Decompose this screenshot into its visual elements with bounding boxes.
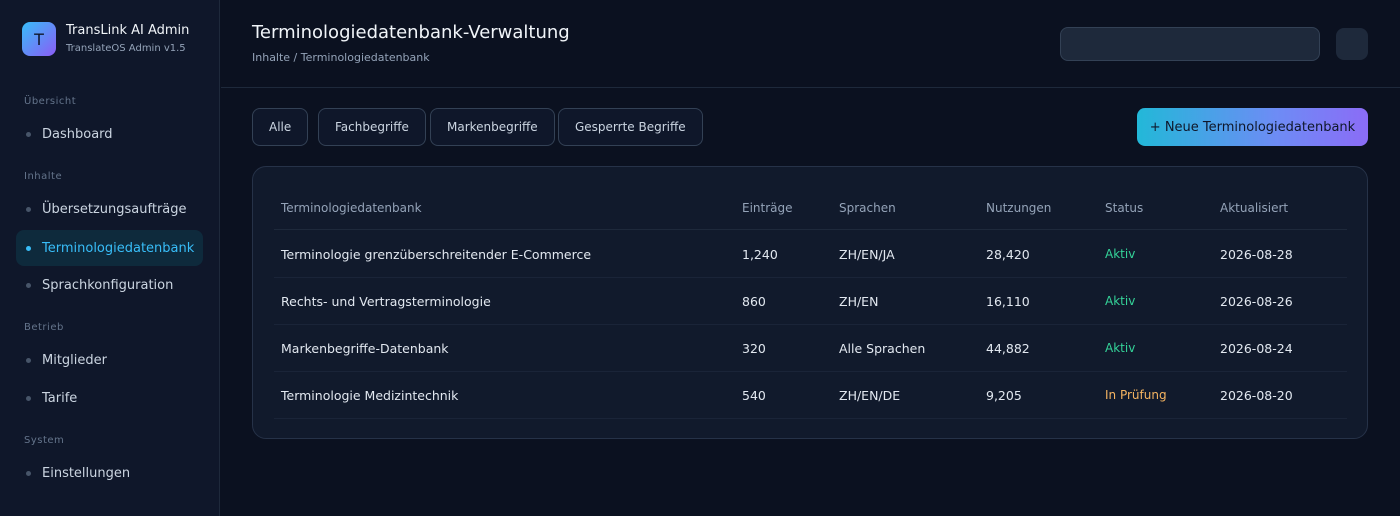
column-header-entries[interactable]: Einträge xyxy=(742,201,793,215)
status-badge: Aktiv xyxy=(1105,247,1136,261)
search-input[interactable] xyxy=(1060,27,1320,61)
sidebar-item-label: Übersetzungsaufträge xyxy=(42,201,187,217)
sidebar-section-overview: Übersicht xyxy=(24,96,77,107)
column-header-usage[interactable]: Nutzungen xyxy=(986,201,1051,215)
cell-name: Markenbegriffe-Datenbank xyxy=(281,341,449,356)
cell-name: Terminologie Medizintechnik xyxy=(281,388,459,403)
cell-updated: 2026-08-28 xyxy=(1220,247,1293,262)
table-row[interactable]: Terminologie Medizintechnik 540 ZH/EN/DE… xyxy=(274,372,1347,419)
cell-name: Terminologie grenzüberschreitender E-Com… xyxy=(281,247,592,262)
column-header-languages[interactable]: Sprachen xyxy=(839,201,896,215)
sidebar: T TransLink AI Admin TranslateOS Admin v… xyxy=(0,0,220,516)
cell-updated: 2026-08-26 xyxy=(1220,294,1293,309)
cell-updated: 2026-08-20 xyxy=(1220,388,1293,403)
sidebar-item-language-config[interactable]: Sprachkonfiguration xyxy=(16,267,203,303)
sidebar-item-terminology[interactable]: Terminologiedatenbank xyxy=(16,230,203,266)
cell-languages: ZH/EN xyxy=(839,294,879,309)
bullet-icon xyxy=(26,357,31,363)
bullet-icon xyxy=(26,206,31,212)
sidebar-section-operations: Betrieb xyxy=(24,322,64,333)
sidebar-item-members[interactable]: Mitglieder xyxy=(16,342,203,378)
cell-languages: ZH/EN/JA xyxy=(839,247,895,262)
cell-languages: Alle Sprachen xyxy=(839,341,926,356)
sidebar-item-plans[interactable]: Tarife xyxy=(16,380,203,416)
terminology-table-card: Terminologiedatenbank Einträge Sprachen … xyxy=(252,166,1368,439)
sidebar-section-content: Inhalte xyxy=(24,171,63,182)
cell-usage: 16,110 xyxy=(986,294,1030,309)
sidebar-item-label: Mitglieder xyxy=(42,352,107,368)
add-terminology-button[interactable]: + Neue Terminologiedatenbank xyxy=(1137,108,1368,146)
filter-brand-terms-button[interactable]: Markenbegriffe xyxy=(430,108,555,146)
table-header: Terminologiedatenbank Einträge Sprachen … xyxy=(274,187,1347,230)
filter-blocked-terms-button[interactable]: Gesperrte Begriffe xyxy=(558,108,703,146)
status-badge: Aktiv xyxy=(1105,341,1136,355)
app-title: TransLink AI Admin xyxy=(66,23,190,38)
cell-usage: 9,205 xyxy=(986,388,1022,403)
status-badge: In Prüfung xyxy=(1105,388,1167,402)
table-row[interactable]: Rechts- und Vertragsterminologie 860 ZH/… xyxy=(274,278,1347,325)
breadcrumb: Inhalte / Terminologiedatenbank xyxy=(252,51,430,64)
sidebar-item-settings[interactable]: Einstellungen xyxy=(16,455,203,491)
header-button[interactable] xyxy=(1336,28,1368,60)
column-header-name[interactable]: Terminologiedatenbank xyxy=(281,201,422,215)
page-title: Terminologiedatenbank-Verwaltung xyxy=(252,22,570,43)
status-badge: Aktiv xyxy=(1105,294,1136,308)
brand: T TransLink AI Admin TranslateOS Admin v… xyxy=(22,22,189,56)
cell-entries: 540 xyxy=(742,388,766,403)
column-header-status[interactable]: Status xyxy=(1105,201,1143,215)
main-content: Terminologiedatenbank-Verwaltung Inhalte… xyxy=(221,0,1400,516)
sidebar-item-label: Dashboard xyxy=(42,126,113,142)
page-header: Terminologiedatenbank-Verwaltung Inhalte… xyxy=(221,0,1400,88)
bullet-icon xyxy=(26,282,31,288)
cell-entries: 320 xyxy=(742,341,766,356)
brand-logo: T xyxy=(22,22,56,56)
table-row[interactable]: Terminologie grenzüberschreitender E-Com… xyxy=(274,231,1347,278)
brand-text: TransLink AI Admin TranslateOS Admin v1.… xyxy=(66,22,189,56)
cell-entries: 860 xyxy=(742,294,766,309)
sidebar-section-system: System xyxy=(24,435,65,446)
sidebar-item-label: Terminologiedatenbank xyxy=(42,240,195,256)
cell-languages: ZH/EN/DE xyxy=(839,388,901,403)
sidebar-item-label: Tarife xyxy=(42,390,78,406)
bullet-icon xyxy=(26,470,31,476)
bullet-icon xyxy=(26,245,31,251)
filter-all-button[interactable]: Alle xyxy=(252,108,309,146)
bullet-icon xyxy=(26,131,31,137)
sidebar-item-label: Einstellungen xyxy=(42,465,131,481)
filter-technical-terms-button[interactable]: Fachbegriffe xyxy=(318,108,426,146)
column-header-updated[interactable]: Aktualisiert xyxy=(1220,201,1288,215)
cell-usage: 44,882 xyxy=(986,341,1030,356)
app-subtitle: TranslateOS Admin v1.5 xyxy=(66,43,186,54)
cell-usage: 28,420 xyxy=(986,247,1030,262)
cell-name: Rechts- und Vertragsterminologie xyxy=(281,294,491,309)
cell-updated: 2026-08-24 xyxy=(1220,341,1293,356)
cell-entries: 1,240 xyxy=(742,247,778,262)
sidebar-item-label: Sprachkonfiguration xyxy=(42,277,174,293)
table-row[interactable]: Markenbegriffe-Datenbank 320 Alle Sprach… xyxy=(274,325,1347,372)
sidebar-item-dashboard[interactable]: Dashboard xyxy=(16,116,203,152)
sidebar-item-translation-jobs[interactable]: Übersetzungsaufträge xyxy=(16,191,203,227)
bullet-icon xyxy=(26,395,31,401)
